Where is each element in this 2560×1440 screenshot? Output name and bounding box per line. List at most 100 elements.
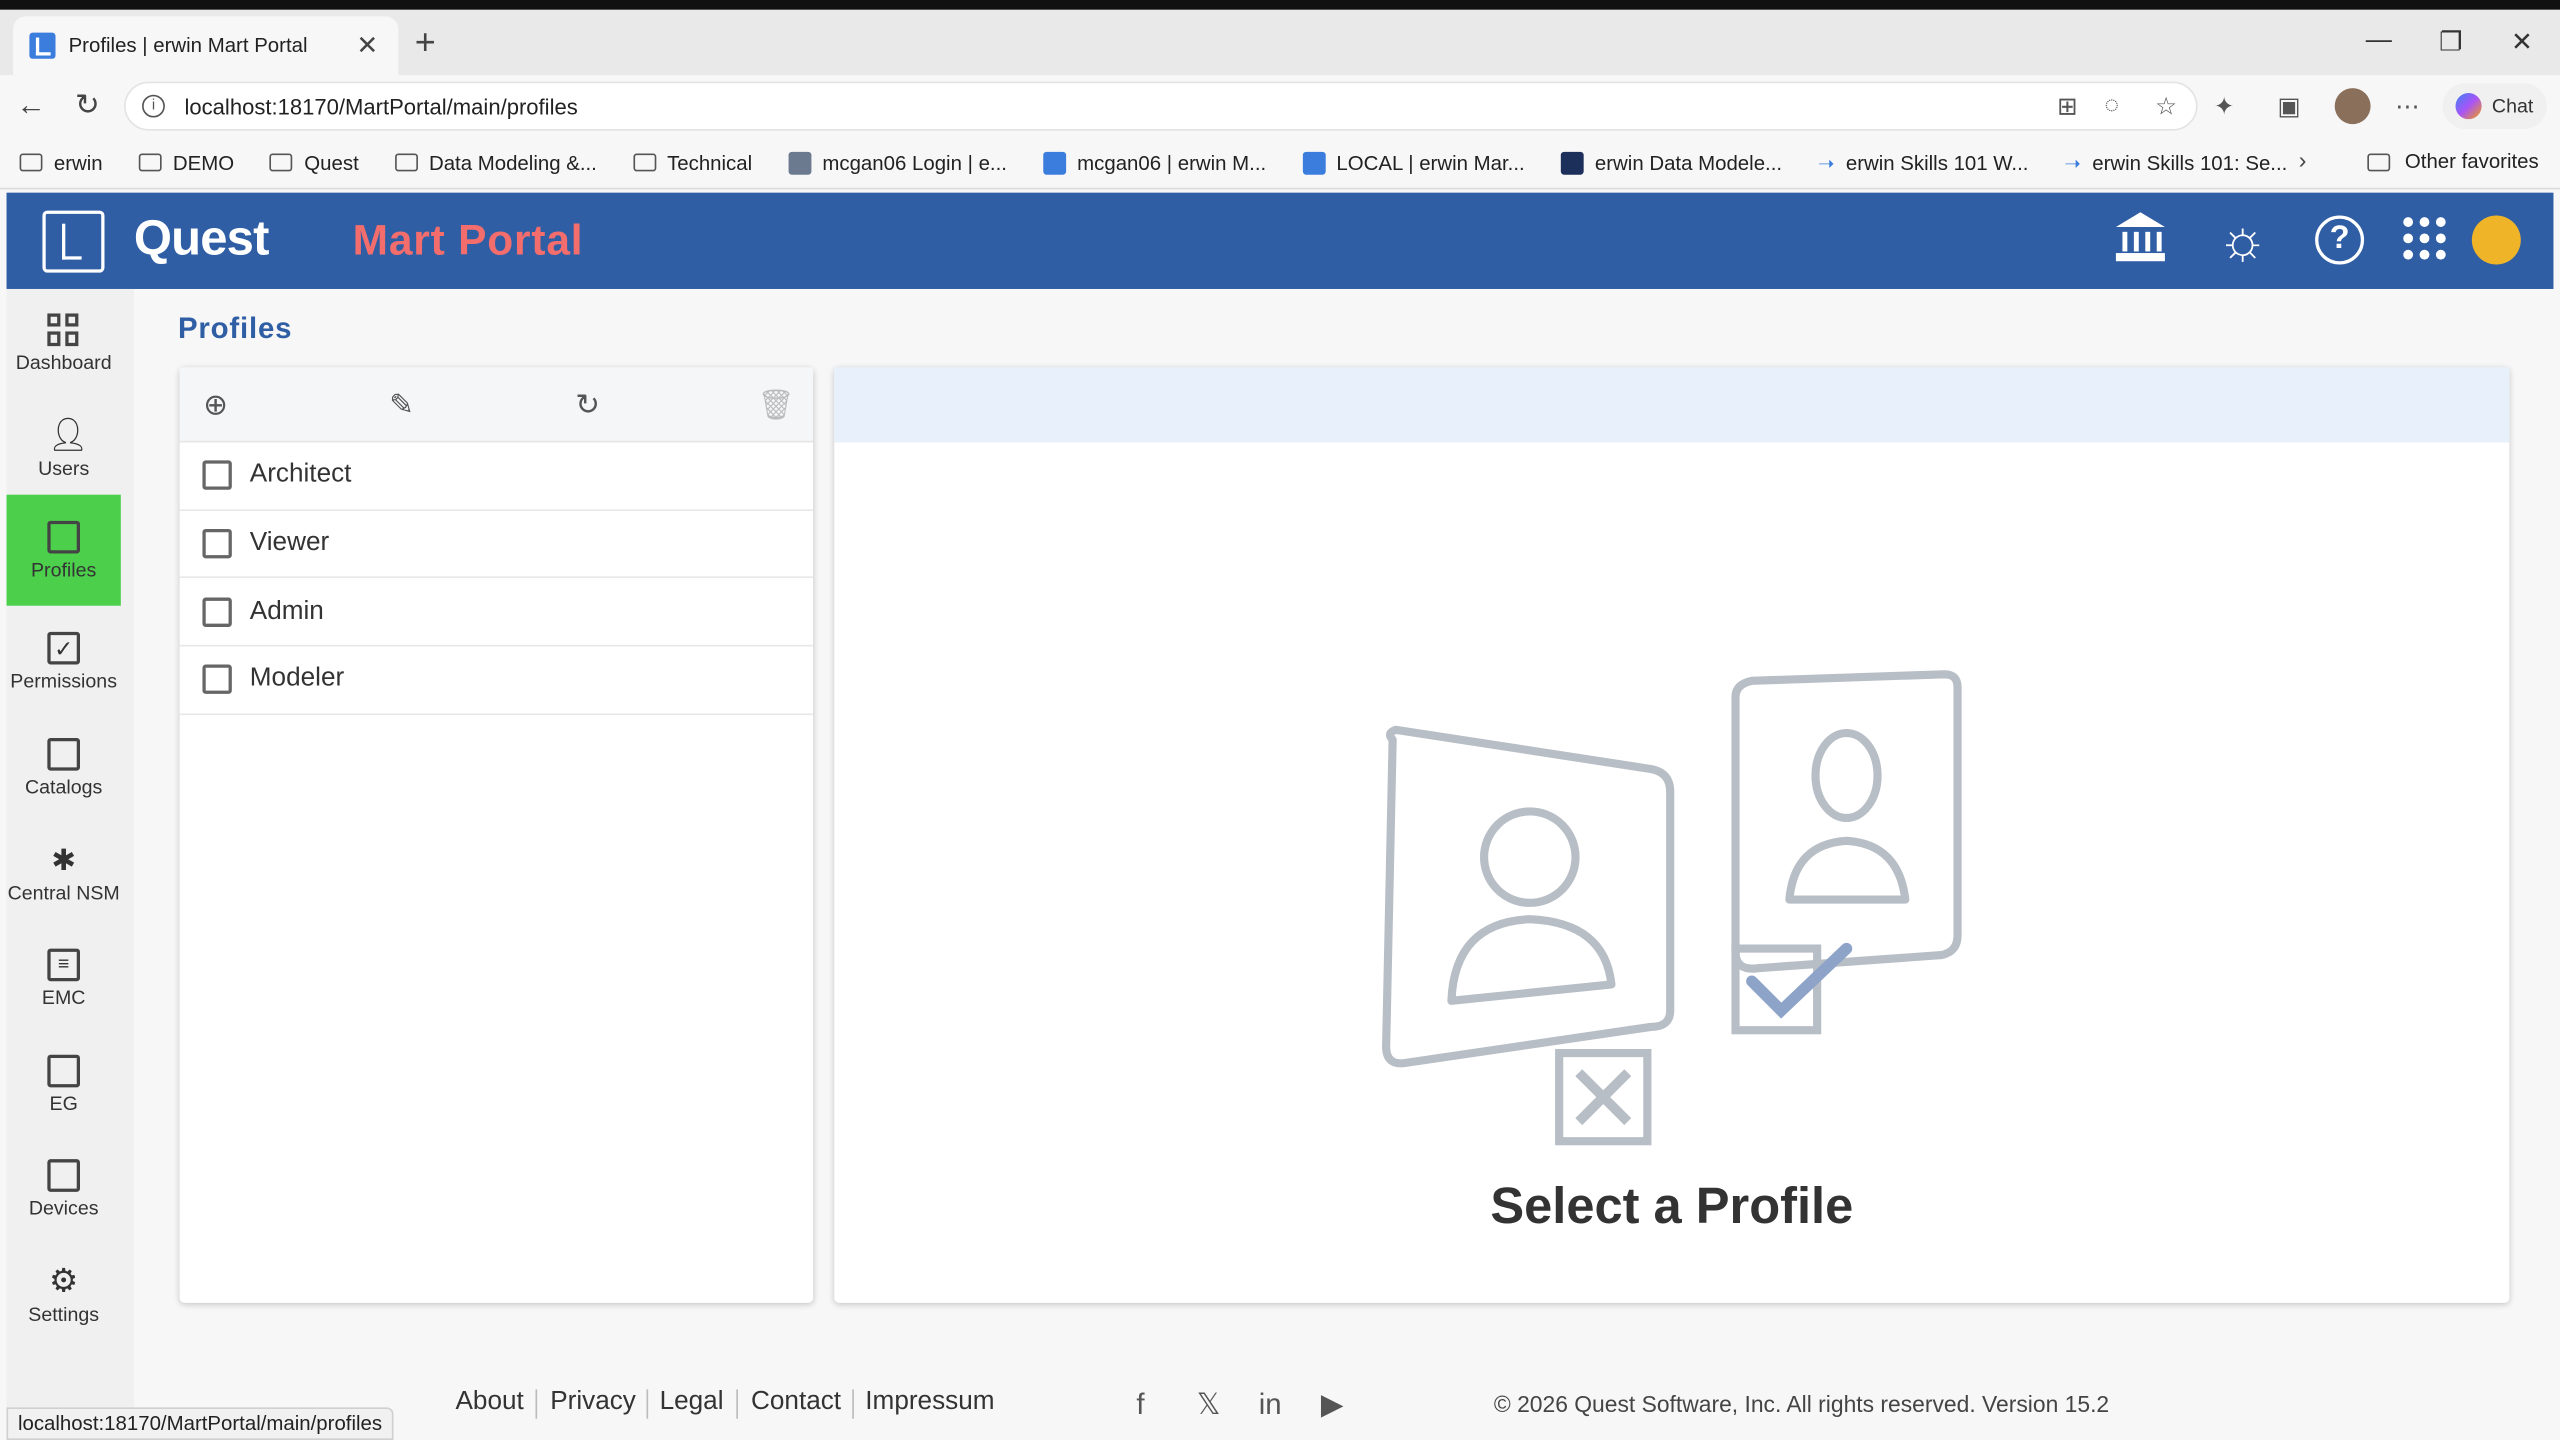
bookmark-label: erwin Skills 101: Se... <box>2092 151 2288 174</box>
app-header: Quest Mart Portal ☼ ? <box>6 192 2554 289</box>
extensions-icon[interactable]: ✦ <box>2214 91 2235 121</box>
footer-link-privacy[interactable]: Privacy <box>550 1388 636 1417</box>
browser-profile-avatar[interactable] <box>2334 88 2371 125</box>
bookmark-label: erwin Skills 101 W... <box>1845 151 2029 174</box>
list-item[interactable]: Admin <box>179 579 814 647</box>
chat-button[interactable]: Chat <box>2442 83 2547 129</box>
catalog-icon <box>47 737 80 770</box>
bookmark-item[interactable]: LOCAL | erwin Mar... <box>1302 151 1525 174</box>
sidebar-item-profiles[interactable]: Profiles <box>6 494 121 606</box>
folder-icon <box>138 153 162 172</box>
more-menu-icon[interactable]: ⋯ <box>2395 91 2419 121</box>
site-info-icon[interactable]: i <box>142 94 165 118</box>
back-icon[interactable]: ← <box>16 88 45 122</box>
youtube-icon[interactable]: ▶ <box>1321 1388 1344 1422</box>
sidebar: Dashboard 👤︎ Users Profiles ✓ Permission… <box>6 288 134 1440</box>
bookmark-item[interactable]: DEMO <box>138 151 234 174</box>
quest-logo: Quest <box>133 212 270 267</box>
bank-icon[interactable] <box>2113 212 2169 264</box>
footer: About Privacy Legal Contact Impressum f … <box>134 1368 2560 1440</box>
x-twitter-icon[interactable]: 𝕏 <box>1197 1388 1221 1422</box>
sidebar-item-settings[interactable]: ⚙ Settings <box>7 1241 121 1349</box>
footer-link-impressum[interactable]: Impressum <box>865 1388 994 1417</box>
sidebar-item-users[interactable]: 👤︎ Users <box>7 395 121 503</box>
arrow-icon: ➝ <box>2064 151 2081 174</box>
profile-checkbox[interactable] <box>202 460 232 491</box>
minimize-icon[interactable]: — <box>2366 26 2392 55</box>
profile-checkbox[interactable] <box>202 665 232 695</box>
bookmark-item[interactable]: erwin <box>19 151 103 174</box>
status-url-tooltip: localhost:18170/MartPortal/main/profiles <box>6 1407 394 1440</box>
tab-close-icon[interactable]: ✕ <box>353 29 382 62</box>
profile-checkbox[interactable] <box>202 529 232 559</box>
reading-icon[interactable]: ◌ <box>2104 91 2119 119</box>
sidebar-item-permissions[interactable]: ✓ Permissions <box>7 607 121 715</box>
app-available-icon[interactable]: ⊞ <box>2057 91 2078 121</box>
profile-detail-panel: Select a Profile <box>834 367 2510 1303</box>
sidebar-item-label: Central NSM <box>7 880 120 904</box>
empty-state-message: Select a Profile <box>1490 1177 1854 1235</box>
bookmark-item[interactable]: mcgan06 Login | e... <box>788 151 1007 174</box>
app-window: Profiles | erwin Mart Portal ✕ + — ❐ ✕ ←… <box>0 0 2560 1440</box>
bookmark-item[interactable]: mcgan06 | erwin M... <box>1042 151 1266 174</box>
delete-icon[interactable]: 🗑︎ <box>758 387 795 423</box>
help-icon[interactable]: ? <box>2315 215 2365 265</box>
user-avatar-icon[interactable] <box>2471 215 2521 265</box>
folder-icon <box>632 153 656 172</box>
sidebar-item-label: Dashboard <box>15 350 112 374</box>
sidebar-item-eg[interactable]: EG <box>7 1030 121 1138</box>
browser-tab[interactable]: Profiles | erwin Mart Portal ✕ <box>13 16 399 76</box>
page-title: Profiles <box>177 311 293 345</box>
window-close-icon[interactable]: ✕ <box>2511 26 2533 59</box>
chevron-right-icon[interactable]: › <box>2299 147 2307 173</box>
reload-icon[interactable]: ↻ <box>75 88 100 122</box>
sidebar-item-central-nsm[interactable]: ✱ Central NSM <box>7 820 121 928</box>
bookmark-item[interactable]: Data Modeling &... <box>394 151 597 174</box>
site-icon <box>788 151 811 174</box>
linkedin-icon[interactable]: in <box>1259 1388 1282 1422</box>
bookmark-item[interactable]: Technical <box>632 151 752 174</box>
list-item[interactable]: Modeler <box>179 647 814 715</box>
dashboard-icon <box>47 312 80 346</box>
bookmark-item[interactable]: ➝ erwin Skills 101 W... <box>1818 151 2028 174</box>
favorite-star-icon[interactable]: ☆ <box>2155 91 2177 121</box>
sidebar-item-catalogs[interactable]: Catalogs <box>7 713 121 821</box>
split-screen-icon[interactable]: ▣ <box>2278 91 2301 121</box>
sidebar-item-label: Permissions <box>10 668 118 692</box>
facebook-icon[interactable]: f <box>1136 1388 1144 1422</box>
detail-header <box>834 367 2510 443</box>
footer-link-legal[interactable]: Legal <box>660 1388 724 1417</box>
profile-icon <box>47 519 80 553</box>
product-name: Mart Portal <box>352 215 584 265</box>
sidebar-item-dashboard[interactable]: Dashboard <box>7 289 121 397</box>
footer-link-about[interactable]: About <box>456 1388 524 1417</box>
restore-icon[interactable]: ❐ <box>2439 26 2462 59</box>
profile-checkbox[interactable] <box>202 597 232 627</box>
list-item[interactable]: Architect <box>179 442 814 511</box>
sidebar-item-devices[interactable]: Devices <box>7 1135 121 1243</box>
site-icon <box>1302 151 1325 174</box>
edit-profile-icon[interactable]: ✎ <box>384 387 420 423</box>
apps-grid-icon[interactable] <box>2403 217 2446 260</box>
new-tab-button[interactable]: + <box>415 24 436 60</box>
folder-icon <box>2367 152 2391 171</box>
bookmark-item[interactable]: erwin Data Modele... <box>1560 151 1782 174</box>
refresh-icon[interactable]: ↻ <box>570 387 606 423</box>
bookmark-label: LOCAL | erwin Mar... <box>1336 151 1525 174</box>
sidebar-item-label: Users <box>38 456 90 480</box>
sidebar-item-emc[interactable]: ≡ EMC <box>7 924 121 1032</box>
add-profile-icon[interactable]: ⊕ <box>198 387 234 423</box>
profiles-illustration-icon <box>1382 670 1962 1146</box>
sidebar-item-label: Settings <box>28 1302 100 1325</box>
address-bar[interactable]: i localhost:18170/MartPortal/main/profil… <box>124 81 2198 131</box>
bookmark-item[interactable]: Quest <box>269 151 359 174</box>
sidebar-item-label: Profiles <box>30 557 97 581</box>
erwin-logo-icon[interactable] <box>42 210 105 273</box>
other-favorites[interactable]: Other favorites <box>2367 150 2539 173</box>
footer-link-contact[interactable]: Contact <box>751 1388 841 1417</box>
list-item[interactable]: Viewer <box>179 511 814 579</box>
sun-theme-icon[interactable]: ☼ <box>2217 212 2268 268</box>
sidebar-item-label: Devices <box>28 1195 99 1219</box>
window-top-edge <box>0 0 2560 10</box>
bookmark-item[interactable]: ➝ erwin Skills 101: Se... <box>2064 151 2287 174</box>
